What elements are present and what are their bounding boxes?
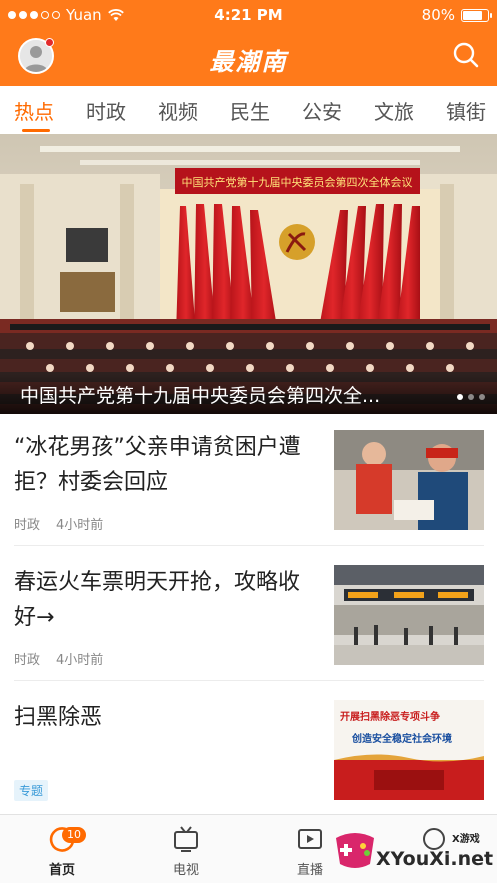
notification-dot xyxy=(45,38,54,47)
hero-image: 中国共产党第十九届中央委员会第四次全体会议 xyxy=(0,134,497,414)
news-item[interactable]: 春运火车票明天开抢，攻略收好→ 时政 4小时前 xyxy=(14,565,484,675)
news-time: 4小时前 xyxy=(56,653,104,668)
news-category: 时政 xyxy=(14,518,41,533)
tab-livelihood[interactable]: 民生 xyxy=(230,96,270,125)
live-play-icon xyxy=(296,825,324,853)
tv-icon xyxy=(172,825,200,853)
hero-banner-text: 中国共产党第十九届中央委员会第四次全体会议 xyxy=(182,175,413,189)
hero-caption: 中国共产党第十九届中央委员会第四次全... xyxy=(20,385,381,407)
category-tabs: 热点 时政 视频 民生 公安 文旅 镇街 xyxy=(0,86,497,134)
nav-home-badge: 10 xyxy=(62,827,86,843)
hero-carousel[interactable]: 中国共产党第十九届中央委员会第四次全体会议 中国共产党第十九届中央委员会第四次全… xyxy=(0,134,497,414)
news-thumbnail[interactable] xyxy=(334,430,484,530)
gamepad-logo-icon xyxy=(336,833,374,868)
tab-culture-travel[interactable]: 文旅 xyxy=(374,96,414,125)
watermark-small: X游戏 xyxy=(452,834,480,845)
watermark-text: XYouXi.net xyxy=(376,848,494,870)
tab-towns[interactable]: 镇街 xyxy=(446,96,486,125)
nav-home-label: 首页 xyxy=(48,863,75,878)
site-watermark: X游戏 XYouXi.net xyxy=(328,822,493,878)
battery-percent: 80% xyxy=(421,6,455,24)
divider xyxy=(14,680,484,681)
battery-area: 80% xyxy=(421,6,492,24)
thumb-slogan-1: 开展扫黑除恶专项斗争 xyxy=(340,710,440,723)
app-title: 最潮南 xyxy=(209,48,288,76)
news-thumbnail[interactable]: 开展扫黑除恶专项斗争 创造安全稳定社会环境 xyxy=(334,700,484,800)
search-icon[interactable] xyxy=(451,40,481,70)
app-header: 最潮南 xyxy=(0,30,497,86)
tab-police[interactable]: 公安 xyxy=(302,96,342,125)
news-item[interactable]: 扫黑除恶 专题 开展扫黑除恶专项斗争 创造安全稳定社会环境 xyxy=(14,700,484,801)
tab-hot[interactable]: 热点 xyxy=(14,96,54,125)
news-meta: 时政 4小时前 xyxy=(14,649,103,668)
active-tab-indicator xyxy=(22,129,50,132)
news-title[interactable]: 春运火车票明天开抢，攻略收好→ xyxy=(14,565,314,635)
news-time: 4小时前 xyxy=(56,518,104,533)
news-meta: 时政 4小时前 xyxy=(14,514,103,533)
news-item[interactable]: “冰花男孩”父亲申请贫困户遭拒？村委会回应 时政 4小时前 xyxy=(14,430,484,540)
tab-video[interactable]: 视频 xyxy=(158,96,198,125)
nav-tv[interactable]: 电视 xyxy=(146,825,226,878)
news-title[interactable]: 扫黑除恶 xyxy=(14,700,314,735)
divider xyxy=(14,545,484,546)
news-thumbnail[interactable] xyxy=(334,565,484,665)
status-bar: Yuan 4:21 PM 80% xyxy=(0,0,497,30)
battery-icon xyxy=(461,8,492,22)
nav-tv-label: 电视 xyxy=(172,863,199,878)
thumb-slogan-2: 创造安全稳定社会环境 xyxy=(351,732,452,745)
news-category: 时政 xyxy=(14,653,41,668)
carousel-pager[interactable] xyxy=(457,394,485,400)
news-title[interactable]: “冰花男孩”父亲申请贫困户遭拒？村委会回应 xyxy=(14,430,314,500)
topic-badge: 专题 xyxy=(14,780,49,801)
hero-caption-overlay: 中国共产党第十九届中央委员会第四次全... xyxy=(0,374,497,414)
tab-politics[interactable]: 时政 xyxy=(86,96,126,125)
